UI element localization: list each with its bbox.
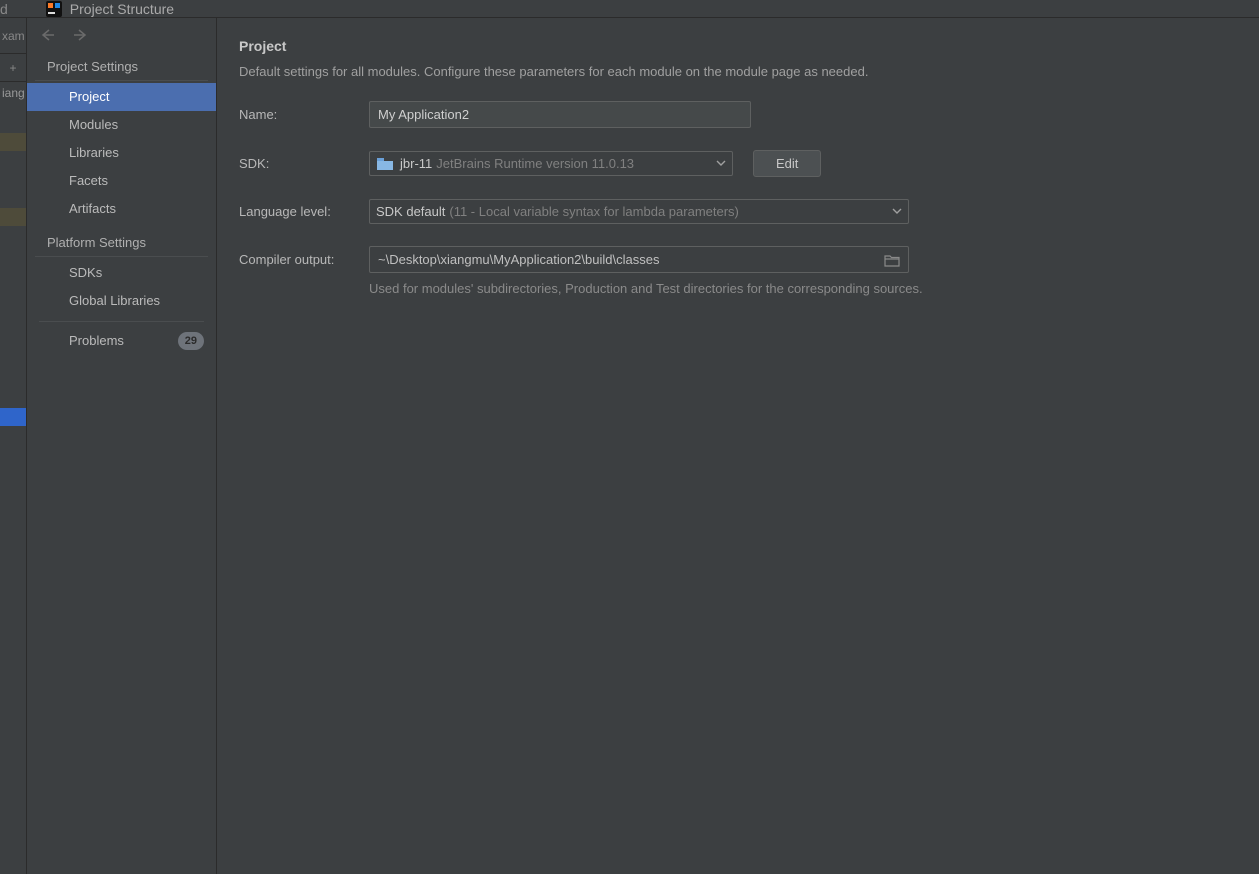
sidebar-section-project-settings: Project Settings bbox=[35, 51, 208, 81]
sdk-version: JetBrains Runtime version 11.0.13 bbox=[436, 156, 634, 171]
background-left-strip: xam + iang bbox=[0, 18, 27, 874]
language-level-detail: (11 - Local variable syntax for lambda p… bbox=[449, 204, 739, 219]
sdk-folder-icon bbox=[376, 157, 394, 171]
sidebar-problems-label: Problems bbox=[69, 333, 124, 349]
sidebar-item-project[interactable]: Project bbox=[27, 83, 216, 111]
app-icon bbox=[46, 1, 62, 17]
compiler-output-label: Compiler output: bbox=[239, 252, 369, 267]
strip-top-fragment: xam bbox=[0, 18, 26, 54]
section-title: Project bbox=[239, 38, 1237, 54]
sidebar-item-sdks[interactable]: SDKs bbox=[27, 259, 216, 287]
chevron-down-icon bbox=[716, 156, 726, 171]
sidebar-separator bbox=[39, 321, 204, 322]
language-level-label: Language level: bbox=[239, 204, 369, 219]
name-label: Name: bbox=[239, 107, 369, 122]
title-bar-partial: d bbox=[0, 1, 8, 17]
browse-folder-icon[interactable] bbox=[876, 250, 908, 269]
language-level-dropdown[interactable]: SDK default (11 - Local variable syntax … bbox=[369, 199, 909, 224]
sdk-label: SDK: bbox=[239, 156, 369, 171]
strip-tab-fragment: iang bbox=[0, 82, 26, 104]
sidebar-item-problems[interactable]: Problems 29 bbox=[27, 326, 216, 356]
title-bar: d Project Structure bbox=[0, 0, 1259, 18]
project-name-input[interactable] bbox=[369, 101, 751, 128]
compiler-output-hint: Used for modules' subdirectories, Produc… bbox=[369, 281, 1237, 296]
chevron-down-icon bbox=[892, 204, 902, 219]
nav-back-icon[interactable] bbox=[39, 28, 55, 45]
sidebar: Project Settings Project Modules Librari… bbox=[27, 18, 217, 874]
compiler-output-input[interactable] bbox=[370, 247, 876, 272]
sdk-edit-button[interactable]: Edit bbox=[753, 150, 821, 177]
problems-count-badge: 29 bbox=[178, 332, 204, 350]
sidebar-item-libraries[interactable]: Libraries bbox=[27, 139, 216, 167]
sidebar-section-platform-settings: Platform Settings bbox=[35, 227, 208, 257]
sdk-dropdown[interactable]: jbr-11 JetBrains Runtime version 11.0.13 bbox=[369, 151, 733, 176]
strip-toolbar-fragment[interactable]: + bbox=[0, 54, 26, 82]
sdk-name: jbr-11 bbox=[400, 156, 432, 171]
sidebar-item-modules[interactable]: Modules bbox=[27, 111, 216, 139]
sidebar-item-global-libraries[interactable]: Global Libraries bbox=[27, 287, 216, 315]
sidebar-item-artifacts[interactable]: Artifacts bbox=[27, 195, 216, 223]
nav-forward-icon[interactable] bbox=[73, 28, 89, 45]
content-panel: Project Default settings for all modules… bbox=[217, 18, 1259, 874]
window-title: Project Structure bbox=[70, 1, 174, 17]
section-description: Default settings for all modules. Config… bbox=[239, 64, 1237, 79]
sidebar-item-facets[interactable]: Facets bbox=[27, 167, 216, 195]
language-level-value: SDK default bbox=[376, 204, 445, 219]
